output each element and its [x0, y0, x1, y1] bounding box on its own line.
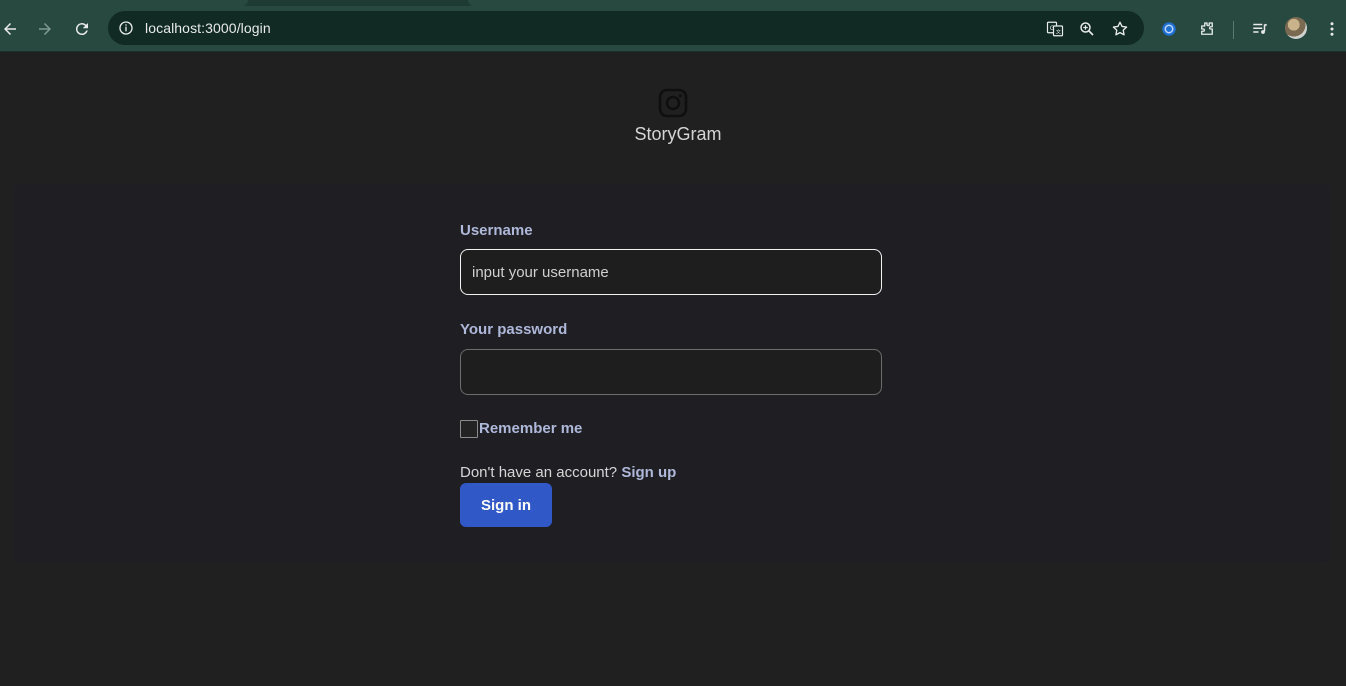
- remember-me-row[interactable]: Remember me: [460, 419, 582, 438]
- brand-header: StoryGram: [0, 88, 1346, 145]
- signup-prompt: Don't have an account? Sign up: [460, 464, 676, 481]
- translate-icon[interactable]: G文: [1045, 19, 1065, 39]
- toolbar-divider: [1233, 21, 1234, 39]
- password-label: Your password: [460, 321, 568, 338]
- extension-icon[interactable]: [1158, 18, 1180, 40]
- site-info-icon[interactable]: [118, 20, 134, 36]
- forward-icon[interactable]: [32, 16, 58, 42]
- bookmark-star-icon[interactable]: [1110, 19, 1130, 39]
- password-field[interactable]: [460, 349, 882, 395]
- signin-button[interactable]: Sign in: [460, 483, 552, 527]
- no-account-text: Don't have an account?: [460, 464, 618, 481]
- media-control-icon[interactable]: [1249, 18, 1271, 40]
- address-bar[interactable]: localhost:3000/login G文: [108, 11, 1144, 45]
- brand-name: StoryGram: [634, 124, 722, 144]
- instagram-icon: [658, 88, 688, 118]
- username-label: Username: [460, 222, 533, 239]
- url-text[interactable]: localhost:3000/login: [145, 20, 271, 36]
- username-input[interactable]: [461, 250, 881, 294]
- browser-toolbar: localhost:3000/login G文: [0, 6, 1346, 52]
- profile-avatar[interactable]: [1285, 17, 1307, 39]
- signup-link[interactable]: Sign up: [621, 464, 676, 481]
- zoom-icon[interactable]: [1077, 19, 1097, 39]
- password-input[interactable]: [461, 350, 881, 394]
- svg-text:G: G: [1050, 25, 1055, 32]
- extensions-puzzle-icon[interactable]: [1196, 18, 1218, 40]
- remember-me-label[interactable]: Remember me: [479, 420, 582, 437]
- remember-me-checkbox[interactable]: [460, 419, 478, 438]
- more-menu-icon[interactable]: [1321, 18, 1343, 40]
- reload-icon[interactable]: [69, 16, 95, 42]
- back-icon[interactable]: [0, 16, 23, 42]
- username-field[interactable]: [460, 249, 882, 295]
